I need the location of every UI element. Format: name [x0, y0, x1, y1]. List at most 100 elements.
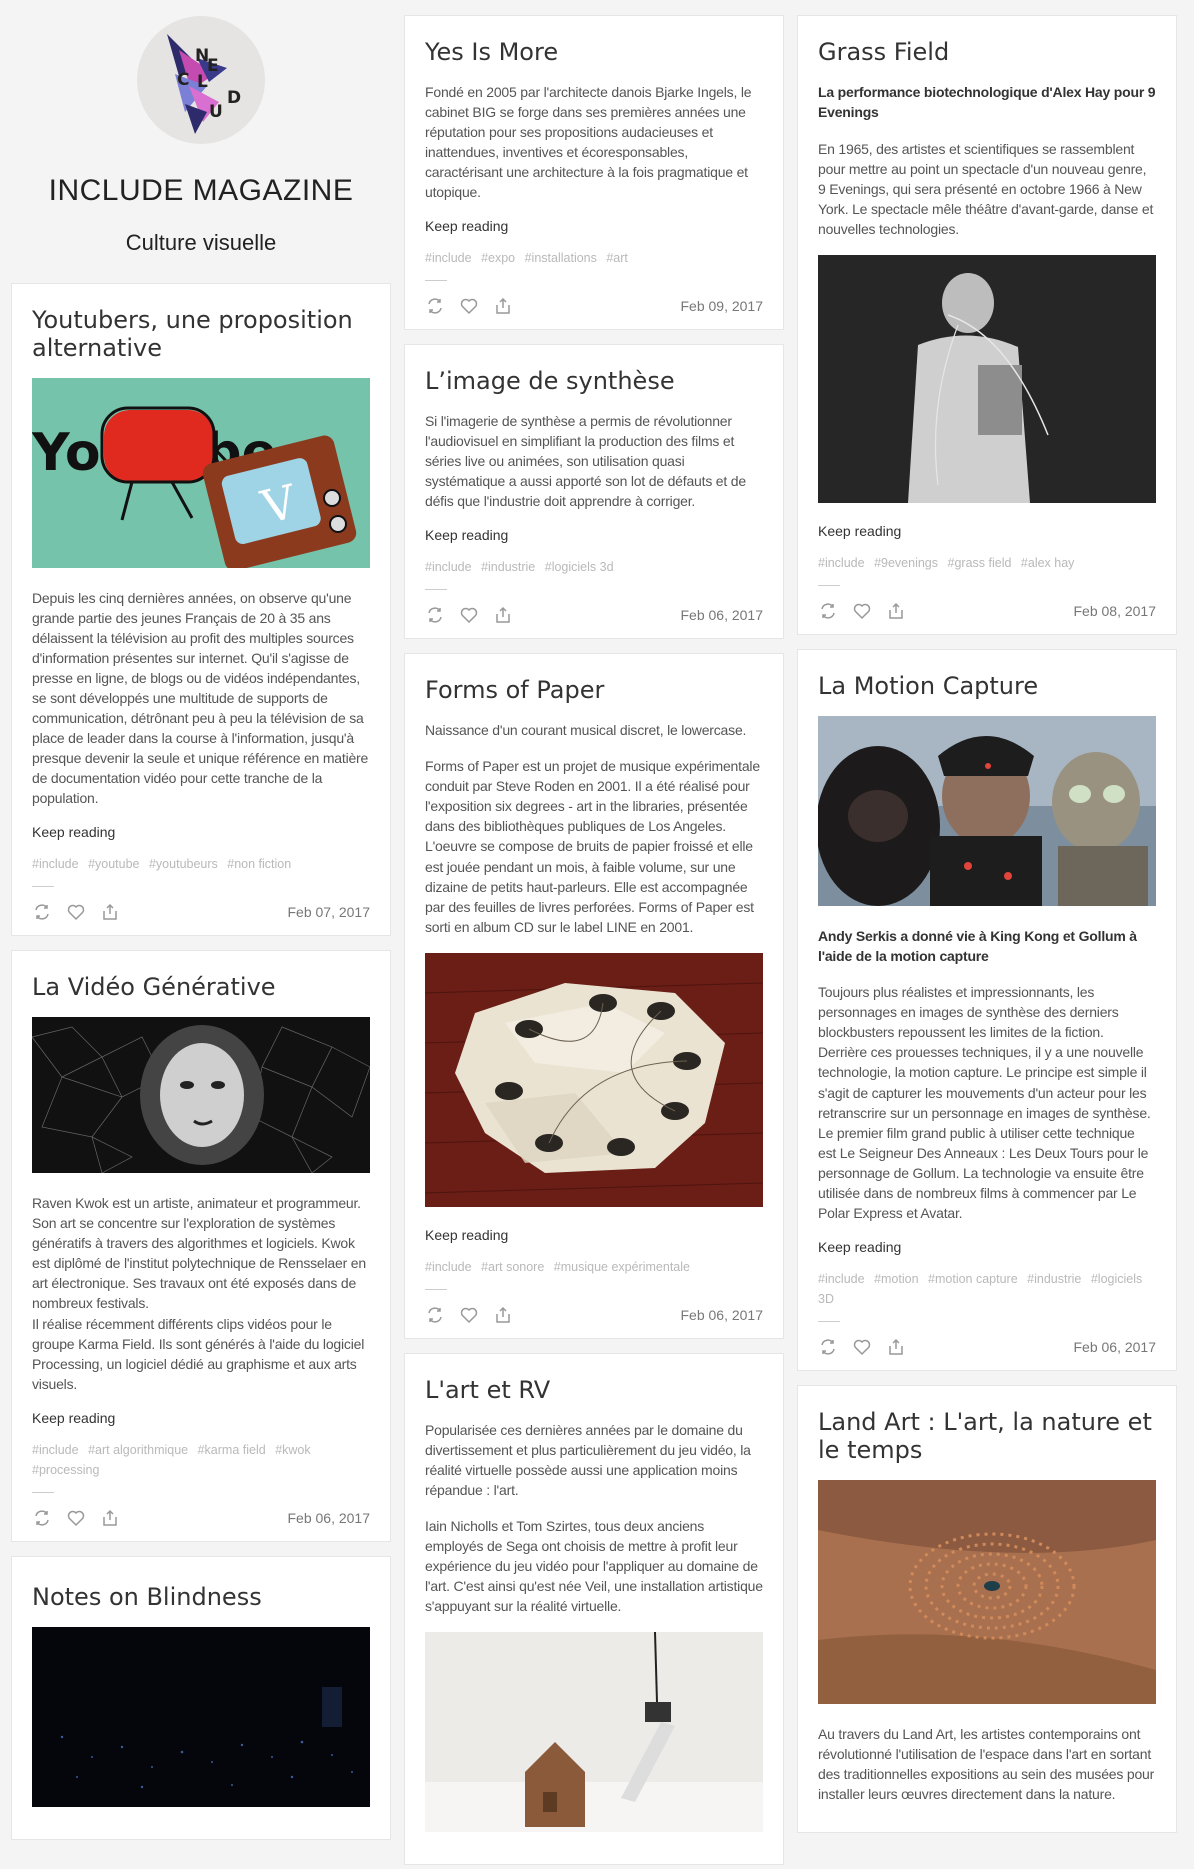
repeat-icon[interactable] [32, 1508, 52, 1528]
post-date[interactable]: Feb 08, 2017 [1073, 603, 1156, 619]
post-title[interactable]: Forms of Paper [425, 676, 763, 704]
tag-link[interactable]: #grass field [948, 556, 1012, 570]
tag-link[interactable]: #alex hay [1021, 556, 1075, 570]
post-title[interactable]: Yes Is More [425, 38, 763, 66]
share-icon[interactable] [100, 902, 120, 922]
share-icon[interactable] [886, 601, 906, 621]
tag-link[interactable]: #include [425, 1260, 472, 1274]
heart-icon[interactable] [459, 296, 479, 316]
post-image[interactable] [818, 1479, 1156, 1704]
repeat-icon[interactable] [32, 902, 52, 922]
post-excerpt: Depuis les cinq dernières années, on obs… [32, 590, 369, 807]
keep-reading-link[interactable]: Keep reading [425, 1227, 763, 1243]
tag-link[interactable]: #logiciels 3d [545, 560, 614, 574]
tag-link[interactable]: #include [32, 1443, 79, 1457]
tag-link[interactable]: #kwok [275, 1443, 310, 1457]
repeat-icon[interactable] [425, 296, 445, 316]
tag-link[interactable]: #motion [874, 1272, 918, 1286]
keep-reading-link[interactable]: Keep reading [32, 824, 370, 840]
post-date[interactable]: Feb 09, 2017 [680, 298, 763, 314]
post-image[interactable]: YouTube V [32, 378, 370, 569]
tag-link[interactable]: #art [606, 251, 628, 265]
repeat-icon[interactable] [425, 605, 445, 625]
tag-link[interactable]: #industrie [481, 560, 535, 574]
tag-link[interactable]: #non fiction [227, 857, 291, 871]
heart-icon[interactable] [459, 1305, 479, 1325]
tag-link[interactable]: #youtubeurs [149, 857, 218, 871]
share-icon[interactable] [886, 1337, 906, 1357]
repeat-icon[interactable] [818, 1337, 838, 1357]
post-tags: #include #9evenings #grass field #alex h… [818, 553, 1156, 573]
post-footer: Feb 06, 2017 [425, 604, 763, 626]
tag-link[interactable]: #art sonore [481, 1260, 544, 1274]
post-footer: Feb 09, 2017 [425, 295, 763, 317]
post-title[interactable]: L'art et RV [425, 1376, 763, 1404]
repeat-icon[interactable] [818, 601, 838, 621]
column-middle: Yes Is More Fondé en 2005 par l'architec… [404, 15, 784, 1869]
tag-link[interactable]: #youtube [88, 857, 139, 871]
post-tags: #include #motion #motion capture #indust… [818, 1269, 1156, 1309]
post-image[interactable] [425, 1631, 763, 1832]
post-date[interactable]: Feb 06, 2017 [1073, 1339, 1156, 1355]
post-title[interactable]: L’image de synthèse [425, 367, 763, 395]
tag-link[interactable]: #processing [32, 1463, 99, 1477]
site-title[interactable]: INCLUDE MAGAZINE [11, 174, 391, 208]
post-image[interactable] [32, 1017, 370, 1174]
post-excerpt: Si l'imagerie de synthèse a permis de ré… [425, 413, 746, 510]
tag-link[interactable]: #art algorithmique [88, 1443, 188, 1457]
tag-link[interactable]: #motion capture [928, 1272, 1018, 1286]
post-image[interactable] [818, 254, 1156, 503]
post-footer: Feb 06, 2017 [32, 1507, 370, 1529]
tag-link[interactable]: #include [425, 560, 472, 574]
tag-link[interactable]: #expo [481, 251, 515, 265]
heart-icon[interactable] [66, 902, 86, 922]
heart-icon[interactable] [459, 605, 479, 625]
post-excerpt: Raven Kwok est un artiste, animateur et … [32, 1193, 370, 1393]
post-footer: Feb 06, 2017 [425, 1304, 763, 1326]
tag-link[interactable]: #include [425, 251, 472, 265]
divider [425, 589, 447, 591]
post-image[interactable] [425, 952, 763, 1207]
heart-icon[interactable] [852, 601, 872, 621]
post-title[interactable]: Youtubers, une proposition alternative [32, 306, 370, 362]
tag-link[interactable]: #karma field [198, 1443, 266, 1457]
post-excerpt: Toujours plus réalistes et impressionnan… [818, 984, 1151, 1221]
post-title[interactable]: Notes on Blindness [32, 1583, 370, 1611]
post-date[interactable]: Feb 06, 2017 [287, 1510, 370, 1526]
site-logo[interactable]: N C L U D E [137, 16, 265, 144]
keep-reading-link[interactable]: Keep reading [818, 1239, 1156, 1255]
repeat-icon[interactable] [425, 1305, 445, 1325]
post-image[interactable] [32, 1626, 370, 1807]
keep-reading-link[interactable]: Keep reading [425, 218, 763, 234]
share-icon[interactable] [493, 1305, 513, 1325]
divider [425, 1288, 447, 1290]
tag-link[interactable]: #9evenings [874, 556, 938, 570]
tag-link[interactable]: #include [818, 556, 865, 570]
post-excerpt: Popularisée ces dernières années par le … [425, 1421, 751, 1498]
post-tags: #include #art algorithmique #karma field… [32, 1440, 370, 1480]
tag-link[interactable]: #installations [525, 251, 597, 265]
post-title[interactable]: La Vidéo Générative [32, 973, 370, 1001]
keep-reading-link[interactable]: Keep reading [32, 1410, 370, 1426]
post-date[interactable]: Feb 07, 2017 [287, 904, 370, 920]
heart-icon[interactable] [852, 1337, 872, 1357]
share-icon[interactable] [493, 605, 513, 625]
post-card: Yes Is More Fondé en 2005 par l'architec… [404, 15, 784, 331]
tag-link[interactable]: #industrie [1027, 1272, 1081, 1286]
post-date[interactable]: Feb 06, 2017 [680, 607, 763, 623]
tag-link[interactable]: #musique expérimentale [554, 1260, 690, 1274]
post-date[interactable]: Feb 06, 2017 [680, 1307, 763, 1323]
keep-reading-link[interactable]: Keep reading [818, 523, 1156, 539]
keep-reading-link[interactable]: Keep reading [425, 527, 763, 543]
tag-link[interactable]: #include [818, 1272, 865, 1286]
post-image[interactable] [818, 715, 1156, 906]
post-title[interactable]: Land Art : L'art, la nature et le temps [818, 1408, 1156, 1464]
share-icon[interactable] [100, 1508, 120, 1528]
divider [32, 1491, 54, 1493]
share-icon[interactable] [493, 296, 513, 316]
tag-link[interactable]: #include [32, 857, 79, 871]
post-card: Youtubers, une proposition alternative Y… [11, 283, 391, 937]
post-title[interactable]: Grass Field [818, 38, 1156, 66]
post-title[interactable]: La Motion Capture [818, 672, 1156, 700]
heart-icon[interactable] [66, 1508, 86, 1528]
